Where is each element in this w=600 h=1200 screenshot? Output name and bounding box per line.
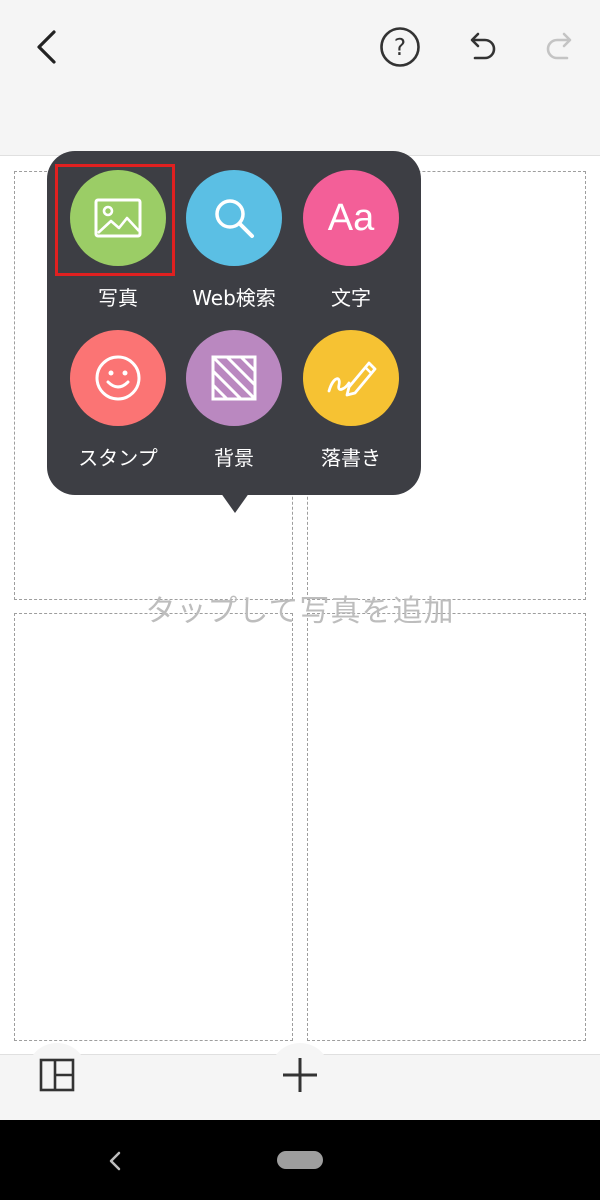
menu-label: Web検索 bbox=[192, 286, 276, 310]
add-photo-placeholder[interactable]: タップして写真を追加 bbox=[0, 586, 600, 630]
menu-label: 写真 bbox=[98, 286, 138, 310]
top-toolbar: ? bbox=[0, 0, 600, 155]
svg-text:?: ? bbox=[394, 35, 406, 61]
menu-label: スタンプ bbox=[78, 446, 158, 470]
back-button[interactable] bbox=[22, 20, 72, 74]
layout-button[interactable] bbox=[34, 1055, 80, 1095]
menu-item-doodle[interactable]: 落書き bbox=[296, 330, 406, 471]
menu-label: 文字 bbox=[331, 286, 371, 310]
menu-item-web-search[interactable]: Web検索 bbox=[179, 170, 289, 311]
plus-icon bbox=[283, 1058, 317, 1092]
bottom-toolbar bbox=[0, 1043, 600, 1120]
redo-button[interactable] bbox=[536, 24, 586, 70]
photo-cell[interactable] bbox=[307, 613, 586, 1041]
help-button[interactable]: ? bbox=[376, 22, 424, 72]
photo-cell[interactable] bbox=[14, 613, 293, 1041]
redo-icon bbox=[546, 32, 572, 60]
popup-tail bbox=[218, 489, 252, 513]
smiley-icon bbox=[95, 355, 141, 401]
search-icon bbox=[215, 199, 254, 238]
stamp-circle bbox=[70, 330, 166, 426]
doodle-circle bbox=[303, 330, 399, 426]
home-pill-icon[interactable] bbox=[277, 1151, 323, 1169]
text-circle: Aa bbox=[303, 170, 399, 266]
background-circle bbox=[186, 330, 282, 426]
menu-item-text[interactable]: Aa 文字 bbox=[296, 170, 406, 311]
nav-back-button[interactable] bbox=[100, 1148, 130, 1174]
chevron-left-icon bbox=[37, 30, 56, 64]
selection-highlight bbox=[55, 164, 175, 276]
menu-label: 落書き bbox=[321, 446, 381, 470]
web-search-circle bbox=[186, 170, 282, 266]
text-aa-icon: Aa bbox=[327, 196, 375, 239]
add-button[interactable] bbox=[276, 1055, 324, 1095]
undo-icon bbox=[470, 32, 496, 60]
layout-grid-icon bbox=[39, 1058, 75, 1092]
pattern-icon bbox=[211, 355, 257, 401]
question-circle-icon: ? bbox=[380, 27, 420, 67]
undo-button[interactable] bbox=[456, 24, 506, 70]
pen-icon bbox=[327, 361, 377, 397]
menu-item-stamp[interactable]: スタンプ bbox=[63, 330, 173, 471]
menu-label: 背景 bbox=[214, 446, 254, 470]
nav-back-icon bbox=[109, 1151, 121, 1171]
menu-item-background[interactable]: 背景 bbox=[179, 330, 289, 471]
